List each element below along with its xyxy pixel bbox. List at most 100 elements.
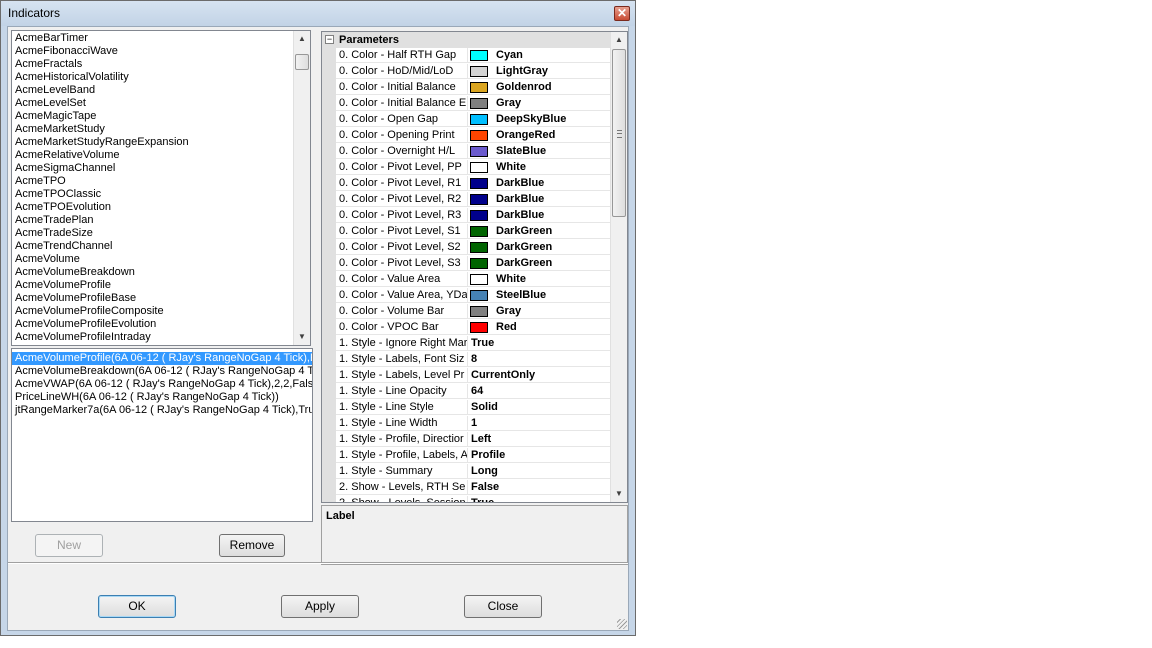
applied-list-item[interactable]: PriceLineWH(6A 06-12 ( RJay's RangeNoGap… [12, 391, 312, 404]
list-item[interactable]: AcmeVolumeProfileComposite [12, 305, 294, 318]
list-item[interactable]: AcmeVolumeProfileIntraday [12, 331, 294, 344]
parameter-name[interactable]: 0. Color - Pivot Level, R3 [336, 208, 468, 223]
parameter-value[interactable]: LightGray [468, 64, 612, 79]
parameter-value[interactable]: White [468, 272, 612, 287]
parameter-value[interactable]: CurrentOnly [468, 368, 612, 383]
parameter-name[interactable]: 2. Show - Levels, Session [336, 496, 468, 502]
parameter-row[interactable]: 0. Color - Pivot Level, S2 DarkGreen [322, 240, 612, 256]
list-item[interactable]: AcmeLevelBand [12, 84, 294, 97]
parameter-name[interactable]: 0. Color - VPOC Bar [336, 320, 468, 335]
parameter-row[interactable]: 0. Color - Pivot Level, PP White [322, 160, 612, 176]
parameter-value[interactable]: OrangeRed [468, 128, 612, 143]
list-item[interactable]: AcmeSigmaChannel [12, 162, 294, 175]
scroll-up-icon[interactable]: ▲ [294, 31, 310, 47]
parameter-row[interactable]: 0. Color - HoD/Mid/LoD LightGray [322, 64, 612, 80]
parameters-grid[interactable]: − Parameters 0. Color - Half RTH Gap Cyan… [321, 31, 628, 503]
list-item[interactable]: AcmeTrendChannel [12, 240, 294, 253]
parameter-row[interactable]: 2. Show - Levels, RTH Se False [322, 480, 612, 496]
parameter-row[interactable]: 1. Style - Labels, Font Siz 8 [322, 352, 612, 368]
parameter-value[interactable]: DarkBlue [468, 176, 612, 191]
parameter-value[interactable]: True [468, 336, 612, 351]
parameter-row[interactable]: 0. Color - VPOC Bar Red [322, 320, 612, 336]
parameter-row[interactable]: 1. Style - Line Style Solid [322, 400, 612, 416]
parameter-value[interactable]: Left [468, 432, 612, 447]
parameter-name[interactable]: 1. Style - Profile, Directior [336, 432, 468, 447]
parameter-name[interactable]: 0. Color - Overnight H/L [336, 144, 468, 159]
collapse-minus-icon[interactable]: − [325, 35, 334, 44]
parameter-row[interactable]: 0. Color - Value Area, YDa SteelBlue [322, 288, 612, 304]
parameter-row[interactable]: 0. Color - Pivot Level, R1 DarkBlue [322, 176, 612, 192]
parameter-row[interactable]: 0. Color - Initial Balance E Gray [322, 96, 612, 112]
list-item[interactable]: AcmeVolumeProfileEvolution [12, 318, 294, 331]
parameter-name[interactable]: 0. Color - Opening Print [336, 128, 468, 143]
parameter-row[interactable]: 0. Color - Open Gap DeepSkyBlue [322, 112, 612, 128]
parameter-row[interactable]: 1. Style - Line Opacity 64 [322, 384, 612, 400]
parameter-name[interactable]: 1. Style - Line Width [336, 416, 468, 431]
list-item[interactable]: AcmeRelativeVolume [12, 149, 294, 162]
parameter-row[interactable]: 1. Style - Profile, Labels, A Profile [322, 448, 612, 464]
parameter-value[interactable]: False [468, 480, 612, 495]
parameter-value[interactable]: 1 [468, 416, 612, 431]
parameter-row[interactable]: 0. Color - Value Area White [322, 272, 612, 288]
list-item[interactable]: AcmeTPOEvolution [12, 201, 294, 214]
parameter-row[interactable]: 0. Color - Pivot Level, S3 DarkGreen [322, 256, 612, 272]
parameter-name[interactable]: 0. Color - HoD/Mid/LoD [336, 64, 468, 79]
list-item[interactable]: AcmeMarketStudyRangeExpansion [12, 136, 294, 149]
resize-grip-icon[interactable] [617, 619, 627, 629]
parameter-name[interactable]: 0. Color - Value Area [336, 272, 468, 287]
close-icon[interactable]: ✕ [614, 6, 630, 21]
parameter-value[interactable]: White [468, 160, 612, 175]
scroll-down-icon[interactable]: ▼ [294, 329, 310, 345]
list-item[interactable]: AcmeVolumeProfile [12, 279, 294, 292]
parameter-value[interactable]: DarkBlue [468, 192, 612, 207]
parameter-value[interactable]: 64 [468, 384, 612, 399]
parameter-row[interactable]: 0. Color - Pivot Level, R2 DarkBlue [322, 192, 612, 208]
list-item[interactable]: AcmeLevelSet [12, 97, 294, 110]
list-item[interactable]: AcmeFibonacciWave [12, 45, 294, 58]
parameter-name[interactable]: 1. Style - Line Style [336, 400, 468, 415]
parameter-name[interactable]: 0. Color - Value Area, YDa [336, 288, 468, 303]
parameter-row[interactable]: 0. Color - Overnight H/L SlateBlue [322, 144, 612, 160]
parameter-name[interactable]: 0. Color - Pivot Level, PP [336, 160, 468, 175]
applied-list-item[interactable]: AcmeVWAP(6A 06-12 ( RJay's RangeNoGap 4 … [12, 378, 312, 391]
parameter-row[interactable]: 0. Color - Pivot Level, S1 DarkGreen [322, 224, 612, 240]
list-item[interactable]: AcmeVolumeProfileBase [12, 292, 294, 305]
parameter-name[interactable]: 0. Color - Open Gap [336, 112, 468, 127]
title-bar[interactable]: Indicators ✕ [1, 1, 635, 26]
list-item[interactable]: AcmeHistoricalVolatility [12, 71, 294, 84]
parameter-row[interactable]: 1. Style - Summary Long [322, 464, 612, 480]
parameter-name[interactable]: 0. Color - Initial Balance E [336, 96, 468, 111]
applied-indicators-list[interactable]: AcmeVolumeProfile(6A 06-12 ( RJay's Rang… [11, 348, 313, 522]
parameter-name[interactable]: 0. Color - Pivot Level, S2 [336, 240, 468, 255]
list-item[interactable]: AcmeMarketStudy [12, 123, 294, 136]
ok-button[interactable]: OK [98, 595, 176, 618]
parameter-value[interactable]: Long [468, 464, 612, 479]
parameter-row[interactable]: 2. Show - Levels, Session True [322, 496, 612, 502]
parameter-row[interactable]: 0. Color - Volume Bar Gray [322, 304, 612, 320]
parameter-value[interactable]: DarkGreen [468, 240, 612, 255]
parameter-value[interactable]: True [468, 496, 612, 502]
parameter-row[interactable]: 0. Color - Initial Balance Goldenrod [322, 80, 612, 96]
parameter-value[interactable]: DarkBlue [468, 208, 612, 223]
parameter-name[interactable]: 1. Style - Summary [336, 464, 468, 479]
apply-button[interactable]: Apply [281, 595, 359, 618]
parameter-value[interactable]: Profile [468, 448, 612, 463]
available-indicators-list[interactable]: AcmeBarTimer AcmeFibonacciWave AcmeFractal… [11, 30, 311, 346]
list-item[interactable]: AcmeMagicTape [12, 110, 294, 123]
parameter-value[interactable]: DarkGreen [468, 224, 612, 239]
parameter-name[interactable]: 2. Show - Levels, RTH Se [336, 480, 468, 495]
available-list-scrollbar[interactable]: ▲ ▼ [293, 31, 310, 345]
parameter-row[interactable]: 1. Style - Labels, Level Pr CurrentOnly [322, 368, 612, 384]
list-item[interactable]: AcmeTPO [12, 175, 294, 188]
parameter-name[interactable]: 0. Color - Half RTH Gap [336, 48, 468, 63]
parameter-name[interactable]: 0. Color - Pivot Level, R2 [336, 192, 468, 207]
close-button[interactable]: Close [464, 595, 542, 618]
parameter-value[interactable]: Solid [468, 400, 612, 415]
scroll-thumb[interactable] [612, 49, 626, 217]
parameter-value[interactable]: Cyan [468, 48, 612, 63]
list-item[interactable]: AcmeFractals [12, 58, 294, 71]
scroll-up-icon[interactable]: ▲ [611, 32, 627, 48]
parameter-value[interactable]: SlateBlue [468, 144, 612, 159]
applied-list-item[interactable]: AcmeVolumeProfile(6A 06-12 ( RJay's Rang… [12, 352, 312, 365]
parameter-name[interactable]: 1. Style - Labels, Level Pr [336, 368, 468, 383]
